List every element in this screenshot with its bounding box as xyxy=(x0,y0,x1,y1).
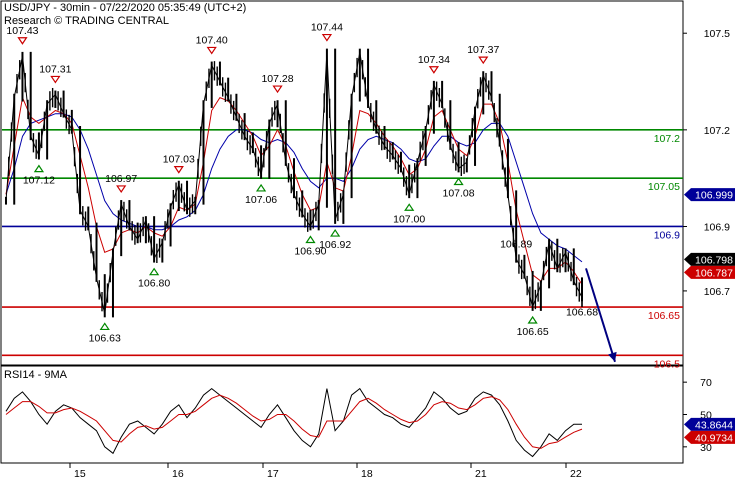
peak-label: 107.37 xyxy=(467,44,499,56)
x-tick-label: 16 xyxy=(172,468,184,480)
x-tick-label: 15 xyxy=(74,468,86,480)
peak-label: 106.97 xyxy=(105,173,137,185)
level-label: 106.5 xyxy=(654,358,680,370)
peak-label: 107.03 xyxy=(163,154,195,166)
x-tick-label: 21 xyxy=(475,468,487,480)
price-tag-label: 106.999 xyxy=(695,190,733,202)
x-tick-label: 18 xyxy=(361,468,373,480)
y-tick-label: 106.9 xyxy=(704,221,730,233)
level-label: 106.65 xyxy=(648,310,680,322)
y-tick-label: 107.2 xyxy=(704,125,730,137)
trough-label: 106.65 xyxy=(517,326,549,338)
usdjpy-chart: USD/JPY - 30min - 07/22/2020 05:35:49 (U… xyxy=(0,0,735,480)
trough-label: 106.80 xyxy=(138,278,170,290)
peak-label: 107.43 xyxy=(6,25,38,37)
rsi-tag-label: 43.8644 xyxy=(695,419,733,431)
y-tick-label: 106.7 xyxy=(704,286,730,298)
price-tag-label: 106.798 xyxy=(695,254,733,266)
trough-label: 106.92 xyxy=(319,239,351,251)
trough-label: 107.08 xyxy=(443,188,475,200)
peak-label: 107.44 xyxy=(311,22,343,34)
level-label: 106.9 xyxy=(654,229,680,241)
rsi-tag-label: 40.9734 xyxy=(695,432,733,444)
trough-label: 106.63 xyxy=(89,332,121,344)
level-label: 107.05 xyxy=(648,181,680,193)
price-tag-label: 106.787 xyxy=(695,267,733,279)
trough-label: 107.00 xyxy=(393,213,425,225)
rsi-y-tick-label: 70 xyxy=(700,377,712,389)
rsi-title: RSI14 - 9MA xyxy=(4,369,68,381)
y-tick-label: 107.5 xyxy=(704,28,730,40)
chart-header-line1: USD/JPY - 30min - 07/22/2020 05:35:49 (U… xyxy=(4,2,246,14)
peak-label: 107.31 xyxy=(39,63,71,75)
point-label: 106.68 xyxy=(566,306,598,318)
peak-label: 107.34 xyxy=(418,54,450,66)
peak-label: 107.40 xyxy=(196,34,228,46)
trough-label: 107.06 xyxy=(245,194,277,206)
point-label: 106.89 xyxy=(500,239,532,251)
x-tick-label: 22 xyxy=(570,468,582,480)
trough-label: 107.12 xyxy=(23,175,55,187)
peak-label: 107.28 xyxy=(261,73,293,85)
level-label: 107.2 xyxy=(654,133,680,145)
x-tick-label: 17 xyxy=(267,468,279,480)
